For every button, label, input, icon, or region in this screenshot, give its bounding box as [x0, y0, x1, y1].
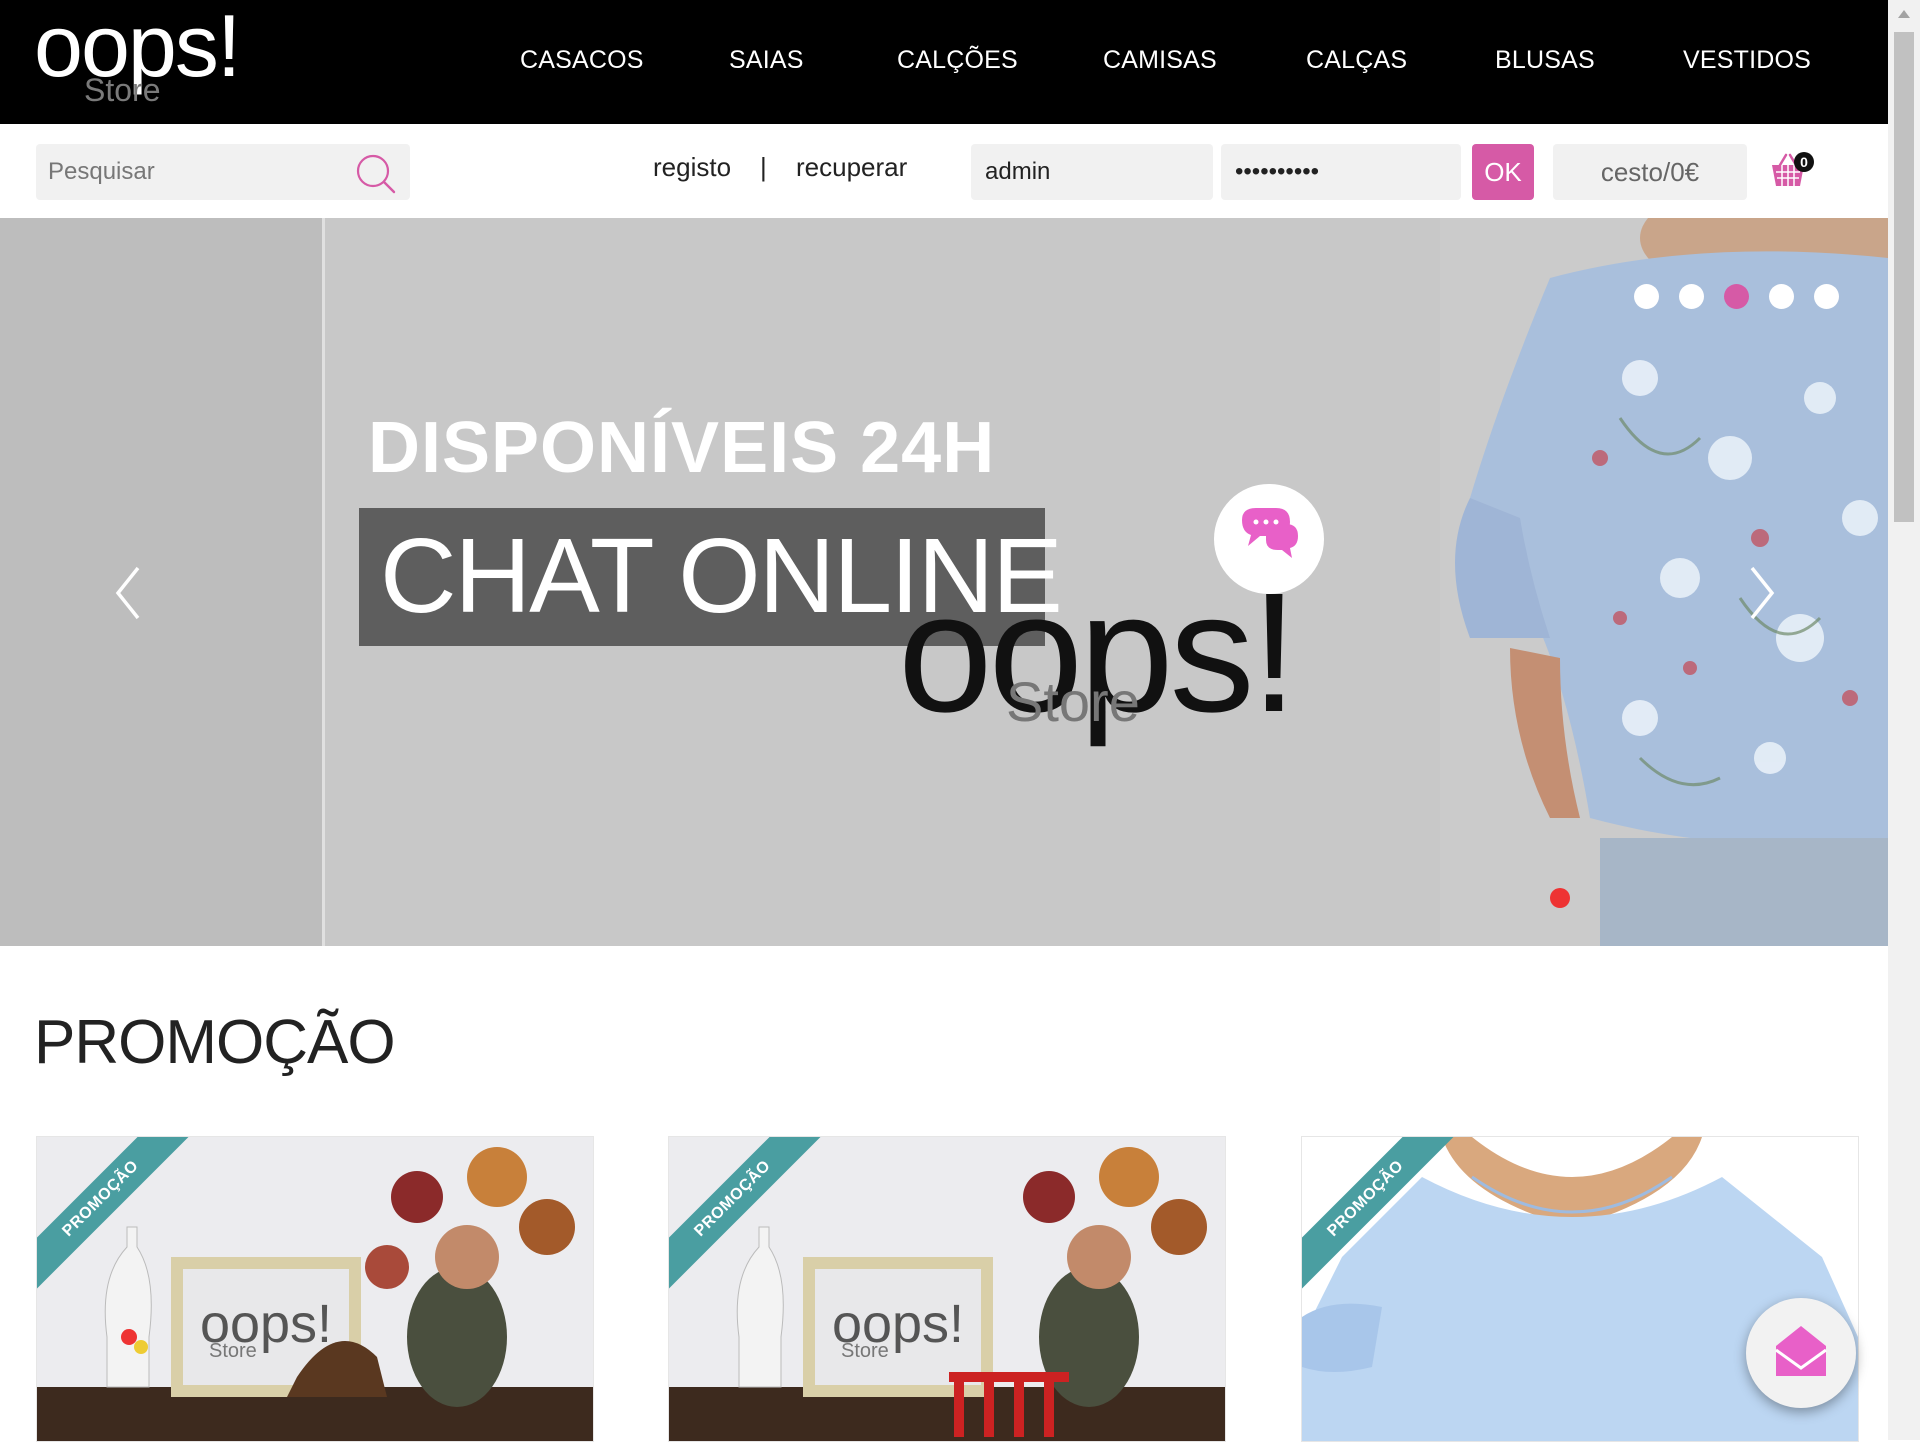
login-ok-button[interactable]: OK: [1472, 144, 1534, 200]
section-title: PROMOÇÃO: [34, 1008, 396, 1077]
product-card[interactable]: oops! Store PROMOÇÃO: [36, 1136, 594, 1442]
hero-slider: DISPONÍVEIS 24H CHAT ONLINE oops! Store: [0, 218, 1888, 946]
recover-password-link[interactable]: recuperar: [796, 152, 907, 183]
nav-item-vestidos[interactable]: VESTIDOS: [1683, 46, 1811, 75]
slider-prev-arrow[interactable]: [108, 558, 148, 628]
nav-item-calcas[interactable]: CALÇAS: [1306, 46, 1407, 75]
search-icon[interactable]: [354, 152, 398, 196]
username-field[interactable]: [971, 144, 1213, 200]
slide-dot-5[interactable]: [1814, 284, 1839, 309]
password-field[interactable]: [1221, 144, 1461, 200]
chat-icon: [1242, 508, 1298, 558]
contact-mail-button[interactable]: [1746, 1298, 1856, 1408]
nav-item-calcoes[interactable]: CALÇÕES: [897, 46, 1018, 75]
frame-logo-subtext: Store: [841, 1340, 889, 1362]
hero-blouse-photo: [1440, 218, 1888, 946]
slide-dot-3-active[interactable]: [1724, 284, 1749, 309]
link-separator: |: [760, 152, 767, 182]
account-toolbar: registo | recuperar OK cesto/0€ 0: [0, 124, 1888, 218]
nav-item-blusas[interactable]: BLUSAS: [1495, 46, 1595, 75]
scrollbar-thumb[interactable]: [1894, 32, 1914, 522]
scroll-up-arrow-icon[interactable]: [1888, 0, 1920, 30]
slider-next-arrow[interactable]: [1742, 558, 1782, 628]
register-link[interactable]: registo: [653, 152, 731, 183]
nav-item-saias[interactable]: SAIAS: [729, 46, 804, 75]
product-card[interactable]: oops! Store PROMOÇÃO: [668, 1136, 1226, 1442]
slide-dot-2[interactable]: [1679, 284, 1704, 309]
slide-indicators: [1634, 284, 1839, 309]
hero-kicker-text: DISPONÍVEIS 24H: [368, 408, 996, 488]
frame-logo-text: oops!: [199, 1294, 333, 1354]
frame-logo-subtext: Store: [209, 1340, 257, 1362]
nav-item-casacos[interactable]: CASACOS: [520, 46, 644, 75]
search-input[interactable]: [36, 144, 336, 200]
hero-side-panel: [0, 218, 325, 946]
slide-dot-1[interactable]: [1634, 284, 1659, 309]
mail-icon: [1775, 1326, 1827, 1376]
nav-item-camisas[interactable]: CAMISAS: [1103, 46, 1217, 75]
search-box: [36, 144, 410, 200]
frame-logo-text: oops!: [831, 1294, 965, 1354]
cart-total[interactable]: cesto/0€: [1553, 144, 1747, 200]
cart-count-badge: 0: [1794, 152, 1814, 172]
logo-subtext: Store: [84, 72, 161, 108]
top-navigation-bar: oops! Store CASACOS SAIAS CALÇÕES CAMISA…: [0, 0, 1888, 124]
chat-badge[interactable]: [1214, 484, 1324, 594]
page-scrollbar[interactable]: [1888, 0, 1920, 1440]
store-logo[interactable]: oops! Store: [34, 2, 314, 108]
hero-logo-subtext: Store: [1006, 670, 1140, 733]
slide-dot-4[interactable]: [1769, 284, 1794, 309]
